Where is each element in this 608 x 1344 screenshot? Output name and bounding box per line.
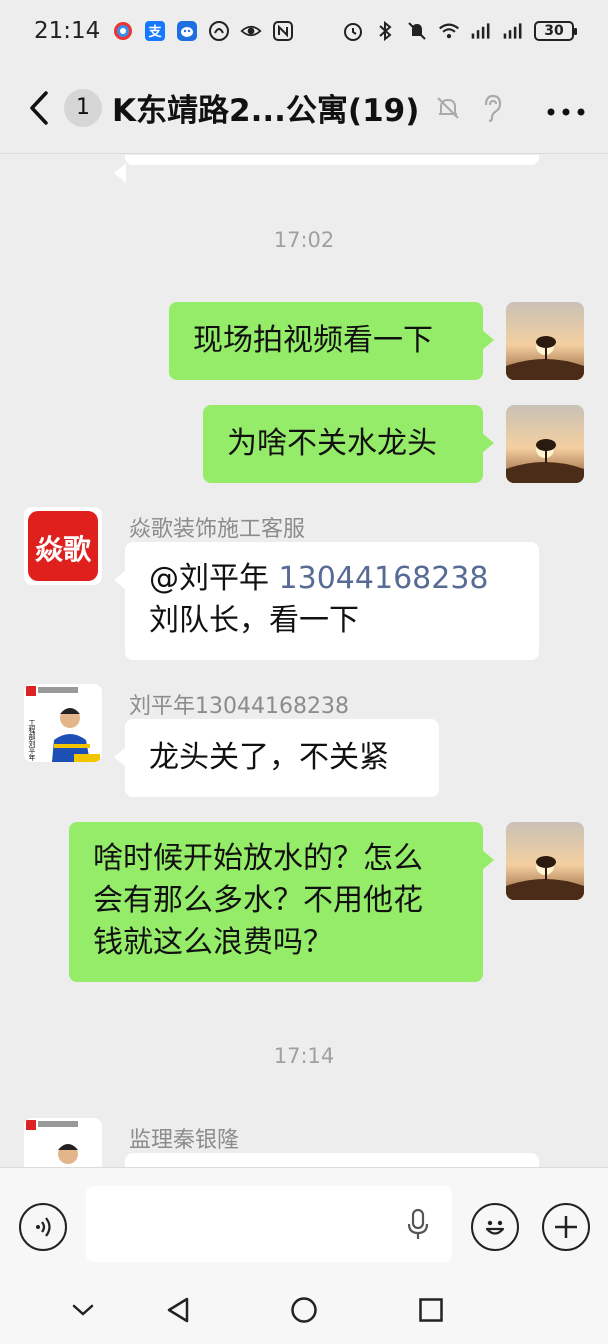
outgoing-message-bubble[interactable]: 为啥不关水龙头 [203, 405, 494, 483]
phone-number-link[interactable]: 13044168238 [279, 561, 489, 596]
timestamp: 17:14 [273, 1044, 335, 1068]
supervisor-avatar[interactable] [24, 1118, 102, 1167]
status-bar: 21:14 支 30 [0, 0, 608, 62]
more-functions-button[interactable] [542, 1203, 590, 1251]
signal-icon-2 [502, 20, 524, 42]
status-left-icons: 支 [112, 20, 294, 42]
clipped-message-bubble[interactable] [114, 155, 539, 183]
sender-name: 刘平年13044168238 [129, 694, 349, 719]
app-icon-3 [176, 20, 198, 42]
bluetooth-icon [374, 20, 396, 42]
home-circle-icon [291, 1297, 317, 1323]
nav-back-button[interactable] [163, 1295, 193, 1325]
sender-name: 监理秦银隆 [129, 1128, 240, 1153]
smiley-icon [485, 1220, 505, 1235]
incoming-message-bubble[interactable] [125, 1153, 539, 1167]
wifi-icon [438, 20, 460, 42]
nav-recents-button[interactable] [416, 1295, 446, 1325]
message-input[interactable] [86, 1186, 452, 1262]
mute-bell-icon [433, 93, 463, 123]
self-avatar[interactable] [506, 302, 584, 380]
triangle-back-icon [167, 1297, 189, 1323]
hide-keyboard-button[interactable] [68, 1295, 98, 1325]
app-icon-1 [112, 20, 134, 42]
incoming-message-bubble[interactable]: 龙头关了，不关紧 [114, 719, 439, 797]
status-right-icons: 30 [342, 20, 577, 42]
more-dots-icon [547, 108, 585, 116]
message-line: 刘队长，看一下 [149, 603, 359, 638]
worker-caption: 工程部刘平年 [28, 719, 36, 762]
nfc-icon [272, 20, 294, 42]
logo-text: 焱歌 [35, 533, 92, 566]
back-button[interactable] [28, 88, 58, 128]
voice-wave-icon [36, 1217, 51, 1237]
message-line: 钱就这么浪费吗？ [93, 925, 333, 960]
mention-prefix: @刘平年 [149, 561, 279, 596]
customer-service-avatar[interactable]: 焱歌 [24, 507, 102, 585]
self-avatar[interactable] [506, 405, 584, 483]
input-bar [0, 1167, 608, 1279]
chat-message-list[interactable]: 17:02 现场拍视频看一下 为啥不关水龙头 焱歌 焱歌装饰施工客服 @刘平年 … [0, 155, 608, 1167]
alipay-icon: 支 [144, 20, 166, 42]
plus-icon [555, 1216, 577, 1238]
mute-icon [406, 20, 428, 42]
app-icon-4 [208, 20, 230, 42]
chevron-left-icon [30, 90, 48, 125]
outgoing-message-bubble[interactable]: 啥时候开始放水的？怎么 会有那么多水？不用他花 钱就这么浪费吗？ [69, 822, 494, 982]
voice-mode-button[interactable] [19, 1203, 67, 1251]
incoming-message-bubble[interactable]: @刘平年 13044168238 刘队长，看一下 [114, 542, 539, 660]
message-line: 啥时候开始放水的？怎么 [93, 841, 423, 876]
message-line: 会有那么多水？不用他花 [93, 883, 423, 918]
outgoing-message-bubble[interactable]: 现场拍视频看一下 [169, 302, 494, 380]
unread-count-badge[interactable]: 1 [64, 88, 102, 127]
svg-text:支: 支 [148, 24, 163, 40]
chat-header: 1 K东靖路2...公寓(19) [0, 62, 608, 154]
microphone-icon[interactable] [406, 1208, 430, 1246]
sender-name: 焱歌装饰施工客服 [129, 517, 306, 542]
chevron-down-icon [72, 1304, 94, 1316]
worker-avatar[interactable]: 工程部刘平年 [24, 684, 102, 762]
chat-title: K东靖路2...公寓(19) [112, 93, 420, 129]
ear-icon [477, 93, 507, 123]
alarm-icon [342, 20, 364, 42]
more-options-button[interactable] [546, 90, 586, 125]
self-avatar[interactable] [506, 822, 584, 900]
timestamp: 17:02 [273, 228, 335, 252]
signal-icon [470, 20, 492, 42]
emoji-button[interactable] [471, 1203, 519, 1251]
battery-indicator: 30 [534, 21, 577, 41]
system-navigation-bar [0, 1279, 608, 1344]
square-recents-icon [419, 1298, 443, 1322]
message-line: @刘平年 13044168238 [149, 558, 515, 600]
nav-home-button[interactable] [289, 1295, 319, 1325]
status-time: 21:14 [34, 18, 101, 44]
eye-icon [240, 20, 262, 42]
